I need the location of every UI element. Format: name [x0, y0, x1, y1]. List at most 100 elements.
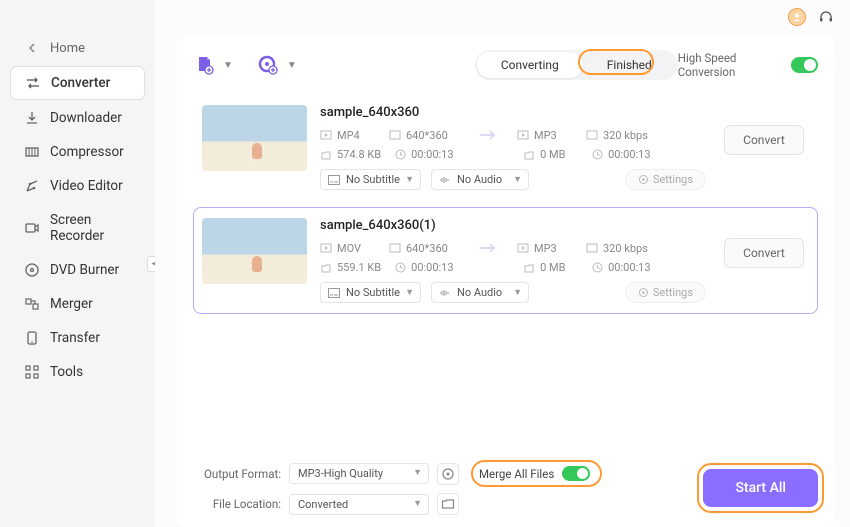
status-tabs: Converting Finished — [475, 50, 678, 80]
sidebar-item-transfer[interactable]: Transfer — [10, 322, 145, 354]
sidebar-item-label: Compressor — [50, 144, 124, 160]
dest-duration: 00:00:13 — [592, 261, 662, 274]
merge-toggle[interactable] — [562, 466, 590, 481]
gear-icon — [638, 287, 649, 298]
sidebar-home[interactable]: Home — [10, 34, 145, 62]
subtitle-select[interactable]: No Subtitle ▼ — [320, 282, 421, 303]
recorder-icon — [24, 220, 40, 236]
file-card[interactable]: sample_640x360 MP4 640*360 MP3 320 kbps … — [193, 94, 818, 201]
dest-size: 0 MB — [523, 148, 578, 161]
sidebar-item-label: Merger — [50, 296, 93, 312]
chevron-down-icon: ▼ — [513, 287, 522, 298]
file-settings-button[interactable]: Settings — [625, 169, 706, 190]
merger-icon — [24, 296, 40, 312]
dvd-icon — [24, 262, 40, 278]
sidebar-item-merger[interactable]: Merger — [10, 288, 145, 320]
sidebar-item-label: Converter — [51, 75, 110, 91]
chevron-left-icon — [24, 40, 40, 56]
sidebar: Home Converter Downloader Compressor Vid… — [0, 0, 155, 527]
output-settings-button[interactable] — [437, 463, 459, 485]
sidebar-item-dvd-burner[interactable]: DVD Burner — [10, 254, 145, 286]
file-card[interactable]: sample_640x360(1) MOV 640*360 MP3 320 kb… — [193, 207, 818, 314]
audio-icon — [439, 288, 451, 298]
sidebar-item-downloader[interactable]: Downloader — [10, 102, 145, 134]
tab-finished[interactable]: Finished — [583, 52, 676, 78]
chevron-down-icon: ▼ — [513, 174, 522, 185]
merge-label: Merge All Files — [479, 467, 554, 481]
sidebar-item-label: DVD Burner — [50, 262, 119, 278]
resolution: 640*360 — [389, 242, 459, 255]
sidebar-item-label: Downloader — [50, 110, 122, 126]
add-file-icon — [193, 54, 215, 76]
start-all-button[interactable]: Start All — [703, 469, 818, 507]
sidebar-item-compressor[interactable]: Compressor — [10, 136, 145, 168]
add-dvd-button[interactable]: ▼ — [257, 54, 297, 76]
subtitle-icon — [328, 175, 340, 185]
start-all-wrapper: Start All — [703, 469, 818, 507]
open-folder-button[interactable] — [437, 493, 459, 515]
bitrate: 320 kbps — [586, 242, 656, 255]
compressor-icon — [24, 144, 40, 160]
audio-select[interactable]: No Audio ▼ — [431, 169, 529, 190]
chevron-down-icon: ▼ — [413, 467, 422, 478]
audio-select[interactable]: No Audio ▼ — [431, 282, 529, 303]
support-icon[interactable] — [818, 9, 834, 25]
chevron-down-icon: ▼ — [413, 498, 422, 509]
gear-icon — [638, 174, 649, 185]
output-format-label: Output Format: — [193, 467, 281, 481]
add-file-button[interactable]: ▼ — [193, 54, 233, 76]
dest-size: 0 MB — [523, 261, 578, 274]
subtitle-icon — [328, 288, 340, 298]
resolution: 640*360 — [389, 129, 459, 142]
audio-icon — [439, 175, 451, 185]
tab-converting[interactable]: Converting — [477, 52, 583, 78]
high-speed-label: High Speed Conversion — [678, 51, 784, 79]
sidebar-item-label: Screen Recorder — [50, 212, 131, 244]
duration: 00:00:13 — [395, 261, 465, 274]
footer-bar: Output Format: MP3-High Quality ▼ Merge … — [193, 448, 818, 515]
convert-button[interactable]: Convert — [724, 125, 804, 155]
source-format: MOV — [320, 242, 375, 255]
file-list: sample_640x360 MP4 640*360 MP3 320 kbps … — [193, 94, 818, 314]
sidebar-item-label: Tools — [50, 364, 83, 380]
sidebar-item-tools[interactable]: Tools — [10, 356, 145, 388]
file-settings-button[interactable]: Settings — [625, 282, 706, 303]
sidebar-item-converter[interactable]: Converter — [10, 66, 145, 100]
bitrate: 320 kbps — [586, 129, 656, 142]
chevron-down-icon: ▼ — [223, 60, 233, 71]
file-name: sample_640x360(1) — [320, 218, 706, 233]
toolbar: ▼ ▼ Converting Finished High Speed Conve… — [193, 50, 818, 80]
converter-icon — [25, 75, 41, 91]
editor-icon — [24, 178, 40, 194]
dest-duration: 00:00:13 — [592, 148, 662, 161]
chevron-down-icon: ▼ — [287, 60, 297, 71]
user-avatar[interactable] — [788, 8, 806, 26]
arrow-icon — [473, 128, 503, 142]
downloader-icon — [24, 110, 40, 126]
video-thumbnail — [202, 105, 307, 171]
subtitle-select[interactable]: No Subtitle ▼ — [320, 169, 421, 190]
file-location-label: File Location: — [193, 497, 281, 511]
main-area: ▼ ▼ Converting Finished High Speed Conve… — [155, 0, 850, 527]
dest-format: MP3 — [517, 129, 572, 142]
convert-button[interactable]: Convert — [724, 238, 804, 268]
sidebar-item-screen-recorder[interactable]: Screen Recorder — [10, 204, 145, 252]
sidebar-item-label: Video Editor — [50, 178, 123, 194]
sidebar-item-video-editor[interactable]: Video Editor — [10, 170, 145, 202]
converter-panel: ▼ ▼ Converting Finished High Speed Conve… — [177, 36, 834, 527]
merge-all-control: Merge All Files — [471, 460, 602, 487]
video-thumbnail — [202, 218, 307, 284]
chevron-down-icon: ▼ — [405, 287, 414, 298]
file-size: 559.1 KB — [320, 261, 381, 274]
file-location-select[interactable]: Converted ▼ — [289, 494, 429, 515]
sidebar-item-label: Transfer — [50, 330, 100, 346]
chevron-down-icon: ▼ — [405, 174, 414, 185]
high-speed-toggle[interactable] — [791, 57, 818, 73]
source-format: MP4 — [320, 129, 375, 142]
transfer-icon — [24, 330, 40, 346]
tools-icon — [24, 364, 40, 380]
add-dvd-icon — [257, 54, 279, 76]
arrow-icon — [473, 241, 503, 255]
output-format-select[interactable]: MP3-High Quality ▼ — [289, 463, 429, 484]
duration: 00:00:13 — [395, 148, 465, 161]
